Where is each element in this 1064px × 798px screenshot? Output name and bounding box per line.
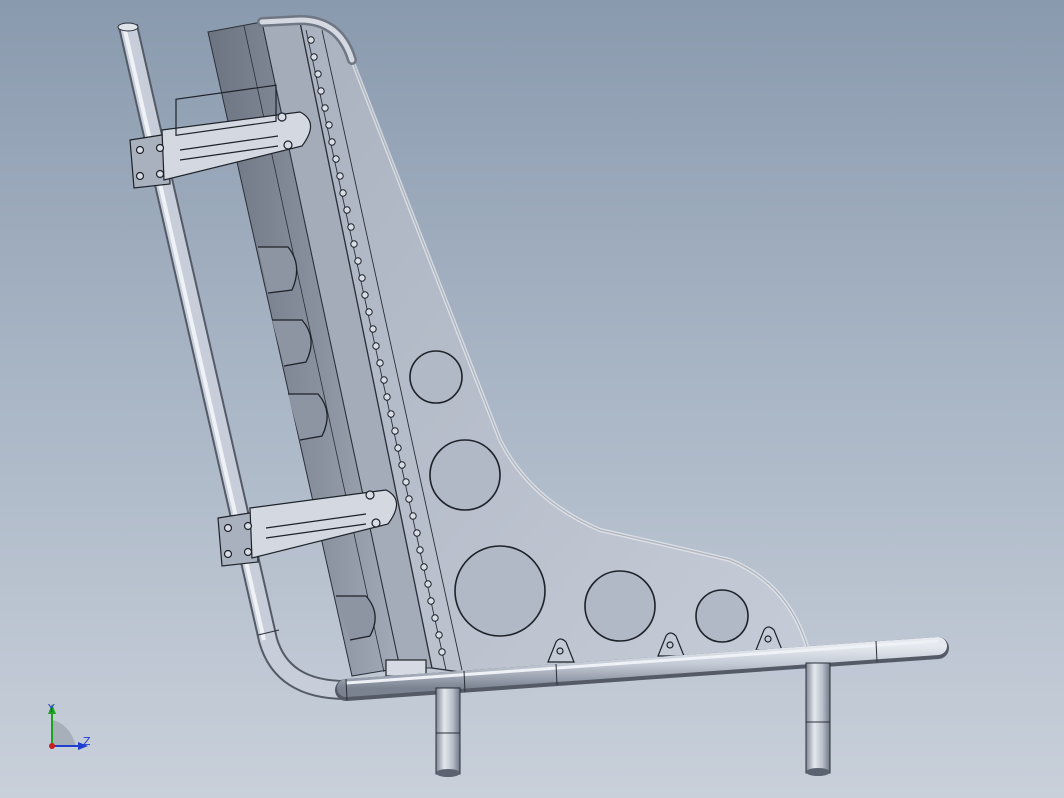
cad-model-canvas[interactable]: Y Z: [0, 0, 1064, 798]
triad-z-label: Z: [83, 735, 91, 748]
orientation-triad: Y Z: [47, 702, 91, 750]
3d-viewport[interactable]: Y Z: [0, 0, 1064, 798]
triad-y-label: Y: [47, 702, 55, 715]
origin-icon: [49, 743, 55, 749]
